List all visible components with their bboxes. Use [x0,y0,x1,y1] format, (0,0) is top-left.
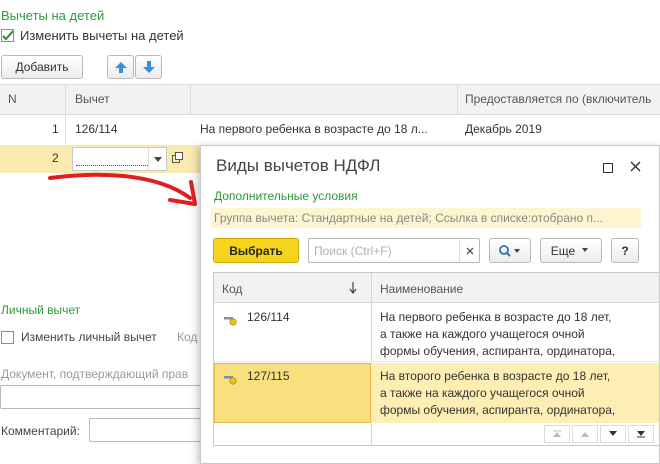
maximize-icon[interactable] [603,162,613,176]
column-header-name[interactable]: Наименование [380,282,463,296]
column-header-code[interactable]: Код [222,282,242,296]
comment-input[interactable] [89,418,201,442]
table-row-selected[interactable]: 127/115 На второго ребенка в возрасте до… [214,363,659,423]
column-header-deduction[interactable]: Вычет [75,92,110,106]
select-button[interactable]: Выбрать [213,238,299,263]
personal-deduction-title: Личный вычет [1,303,81,317]
document-input[interactable] [0,385,202,409]
comment-label: Комментарий: [1,424,80,438]
red-arrow-annotation [48,172,197,206]
name-line: а также на каждого учащегося очной [380,386,585,400]
deduction-code: 126/114 [247,310,290,324]
deduction-description: На первого ребенка в возрасте до 18 л... [200,122,428,136]
chevron-down-icon [609,431,617,436]
deduction-types-table: Код Наименование 126/114 На первого ребе… [213,272,660,446]
chevron-down-icon [582,248,589,252]
scroll-up-button[interactable] [572,425,598,443]
add-button[interactable]: Добавить [1,55,83,79]
chevron-down-icon [153,156,162,162]
last-page-icon [637,431,645,438]
row-number: 2 [52,151,59,165]
move-up-button[interactable] [107,55,134,79]
clear-search-button[interactable] [459,239,479,262]
scroll-to-bottom-button[interactable] [628,425,654,443]
change-children-deductions-checkbox[interactable] [1,29,14,42]
row-number: 1 [52,122,59,136]
deduction-period: Декабрь 2019 [465,122,542,136]
column-header-n[interactable]: N [8,92,17,106]
scroll-controls [544,425,656,443]
move-down-button[interactable] [135,55,162,79]
search-icon [499,244,520,257]
first-page-icon [553,430,561,437]
chevron-up-icon [581,432,589,437]
name-line: На первого ребенка в возрасте до 18 лет, [380,310,612,324]
filter-bar: Группа вычета: Стандартные на детей; Ссы… [211,208,641,228]
dialog-title: Виды вычетов НДФЛ [216,156,381,175]
dropdown-button[interactable] [148,148,166,170]
name-line: формы обучения, аспиранта, ординатора, [380,344,616,358]
close-icon[interactable] [630,161,641,175]
search-placeholder: Поиск (Ctrl+F) [314,244,392,258]
extra-conditions-link[interactable]: Дополнительные условия [214,189,358,203]
name-line: На второго ребенка в возрасте до 18 лет, [380,369,611,383]
search-options-button[interactable] [489,238,531,263]
column-header-period[interactable]: Предоставляется по (включитель [465,92,651,106]
arrow-down-icon [142,61,155,73]
clear-icon [466,247,473,254]
more-button[interactable]: Еще [540,238,602,263]
deduction-code: 127/115 [247,369,290,383]
arrow-up-icon [114,62,127,73]
change-personal-deduction-label: Изменить личный вычет [21,330,157,344]
scroll-to-top-button[interactable] [544,425,570,443]
deduction-code: 126/114 [75,122,118,136]
item-icon [224,313,238,330]
change-children-deductions-label: Изменить вычеты на детей [20,28,184,43]
deduction-name: На первого ребенка в возрасте до 18 лет,… [380,309,615,360]
search-input[interactable]: Поиск (Ctrl+F) [308,238,480,263]
document-label: Документ, подтверждающий прав [1,367,189,381]
name-line: а также на каждого учащегося очной [380,327,585,341]
sort-arrow-icon[interactable] [349,282,357,297]
children-deductions-title: Вычеты на детей [1,8,105,23]
name-line: формы обучения, аспиранта, ординатора, [380,403,616,417]
personal-code-label: Код [177,330,198,344]
change-personal-deduction-checkbox[interactable] [1,331,14,344]
deduction-name: На второго ребенка в возрасте до 18 лет,… [380,368,615,419]
table-row[interactable]: 1 126/114 На первого ребенка в возрасте … [0,115,660,144]
more-button-label: Еще [550,243,576,258]
scroll-down-button[interactable] [600,425,626,443]
help-button[interactable]: ? [611,238,639,263]
deduction-types-dialog: Виды вычетов НДФЛ Дополнительные условия… [200,145,660,464]
table-row[interactable]: 126/114 На первого ребенка в возрасте до… [214,304,659,362]
item-icon [224,372,238,389]
checkmark-icon [2,30,14,41]
open-icon[interactable] [172,152,183,166]
